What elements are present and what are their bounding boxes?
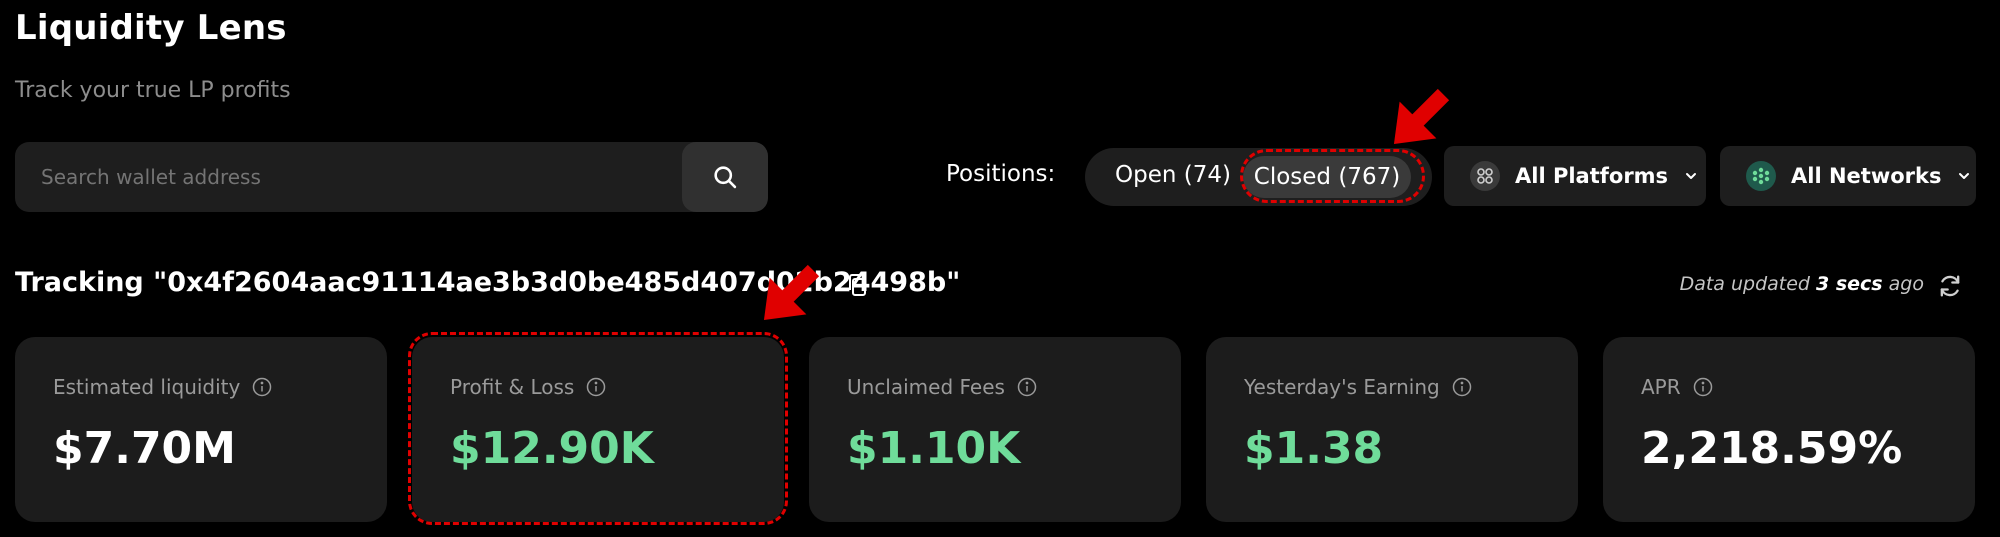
stat-label: Yesterday's Earning (1244, 375, 1472, 399)
stat-card-estimated-liquidity: Estimated liquidity $7.70M (15, 337, 387, 522)
red-arrow-annotation (1393, 88, 1450, 145)
networks-dropdown[interactable]: All Networks (1720, 146, 1976, 206)
copy-icon[interactable] (845, 272, 869, 298)
stat-card-apr: APR 2,218.59% (1603, 337, 1975, 522)
platforms-icon (1470, 161, 1500, 191)
stat-value: $7.70M (53, 423, 236, 474)
wallet-search-bar (15, 142, 768, 212)
chevron-down-icon (1957, 169, 1971, 183)
app-title: Liquidity Lens (15, 8, 287, 48)
search-button[interactable] (682, 142, 768, 212)
stat-value: $1.38 (1244, 423, 1384, 474)
info-icon[interactable] (1017, 377, 1037, 397)
info-icon[interactable] (252, 377, 272, 397)
positions-label: Positions: (946, 161, 1056, 187)
open-positions-tab[interactable]: Open (74) (1115, 162, 1231, 188)
stat-card-yesterdays-earning: Yesterday's Earning $1.38 (1206, 337, 1578, 522)
stat-label: Unclaimed Fees (847, 375, 1037, 399)
stat-label-text: Unclaimed Fees (847, 375, 1005, 399)
data-updated-status: Data updated 3 secs ago (1680, 273, 1924, 295)
stat-label: APR (1641, 375, 1713, 399)
wallet-search-input[interactable] (15, 142, 685, 212)
info-icon[interactable] (1693, 377, 1713, 397)
networks-icon (1746, 161, 1776, 191)
stat-value: $1.10K (847, 423, 1021, 474)
updated-prefix: Data updated (1679, 273, 1817, 295)
updated-suffix: ago (1882, 273, 1924, 295)
stat-label-text: Estimated liquidity (53, 375, 241, 399)
search-icon (714, 166, 737, 189)
updated-time: 3 secs (1816, 273, 1883, 295)
info-icon[interactable] (1452, 377, 1472, 397)
red-arrow-annotation (763, 264, 820, 321)
chevron-down-icon (1684, 169, 1698, 183)
platforms-dropdown-label: All Platforms (1515, 164, 1669, 188)
app-subtitle: Track your true LP profits (15, 78, 291, 103)
stat-value: 2,218.59% (1641, 423, 1903, 474)
stat-label-text: Yesterday's Earning (1244, 375, 1440, 399)
stat-label-text: APR (1641, 375, 1681, 399)
pnl-card-highlight (408, 332, 788, 525)
stat-card-unclaimed-fees: Unclaimed Fees $1.10K (809, 337, 1181, 522)
stat-label: Estimated liquidity (53, 375, 272, 399)
platforms-dropdown[interactable]: All Platforms (1444, 146, 1706, 206)
networks-dropdown-label: All Networks (1791, 164, 1942, 188)
refresh-icon[interactable] (1936, 272, 1964, 300)
